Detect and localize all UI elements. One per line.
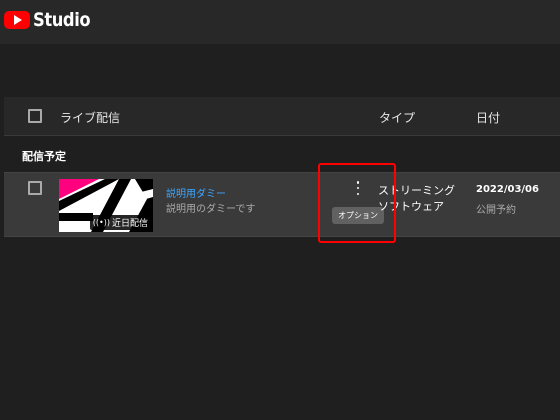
section-label: 配信予定 <box>22 150 66 163</box>
highlight-annotation <box>318 163 396 243</box>
upcoming-badge: ((•)) 近日配信 <box>89 215 151 230</box>
video-thumbnail[interactable]: ((•)) 近日配信 <box>59 179 153 232</box>
app-title: Studio <box>33 9 91 31</box>
date-value: 2022/03/06 <box>476 184 539 195</box>
studio-logo[interactable]: Studio <box>4 9 99 31</box>
live-broadcast-icon: ((•)) <box>92 218 110 227</box>
select-all-checkbox[interactable] <box>28 109 42 123</box>
section-upcoming: 配信予定 <box>4 137 560 172</box>
header-date[interactable]: 日付 <box>476 109 500 126</box>
youtube-logo-icon <box>4 11 30 29</box>
video-description: 説明用のダミーです <box>166 204 256 215</box>
date-status: 公開予約 <box>476 205 516 216</box>
header-type[interactable]: タイプ <box>379 109 415 126</box>
table-header: ライブ配信 タイプ 日付 <box>4 97 560 136</box>
table-row[interactable]: ((•)) 近日配信 説明用ダミー 説明用のダミーです オプション ストリーミン… <box>4 172 560 237</box>
header-live[interactable]: ライブ配信 <box>60 109 120 126</box>
video-title-link[interactable]: 説明用ダミー <box>166 185 226 200</box>
row-checkbox[interactable] <box>28 181 42 195</box>
top-bar: Studio <box>0 0 560 44</box>
badge-label: 近日配信 <box>111 219 148 229</box>
